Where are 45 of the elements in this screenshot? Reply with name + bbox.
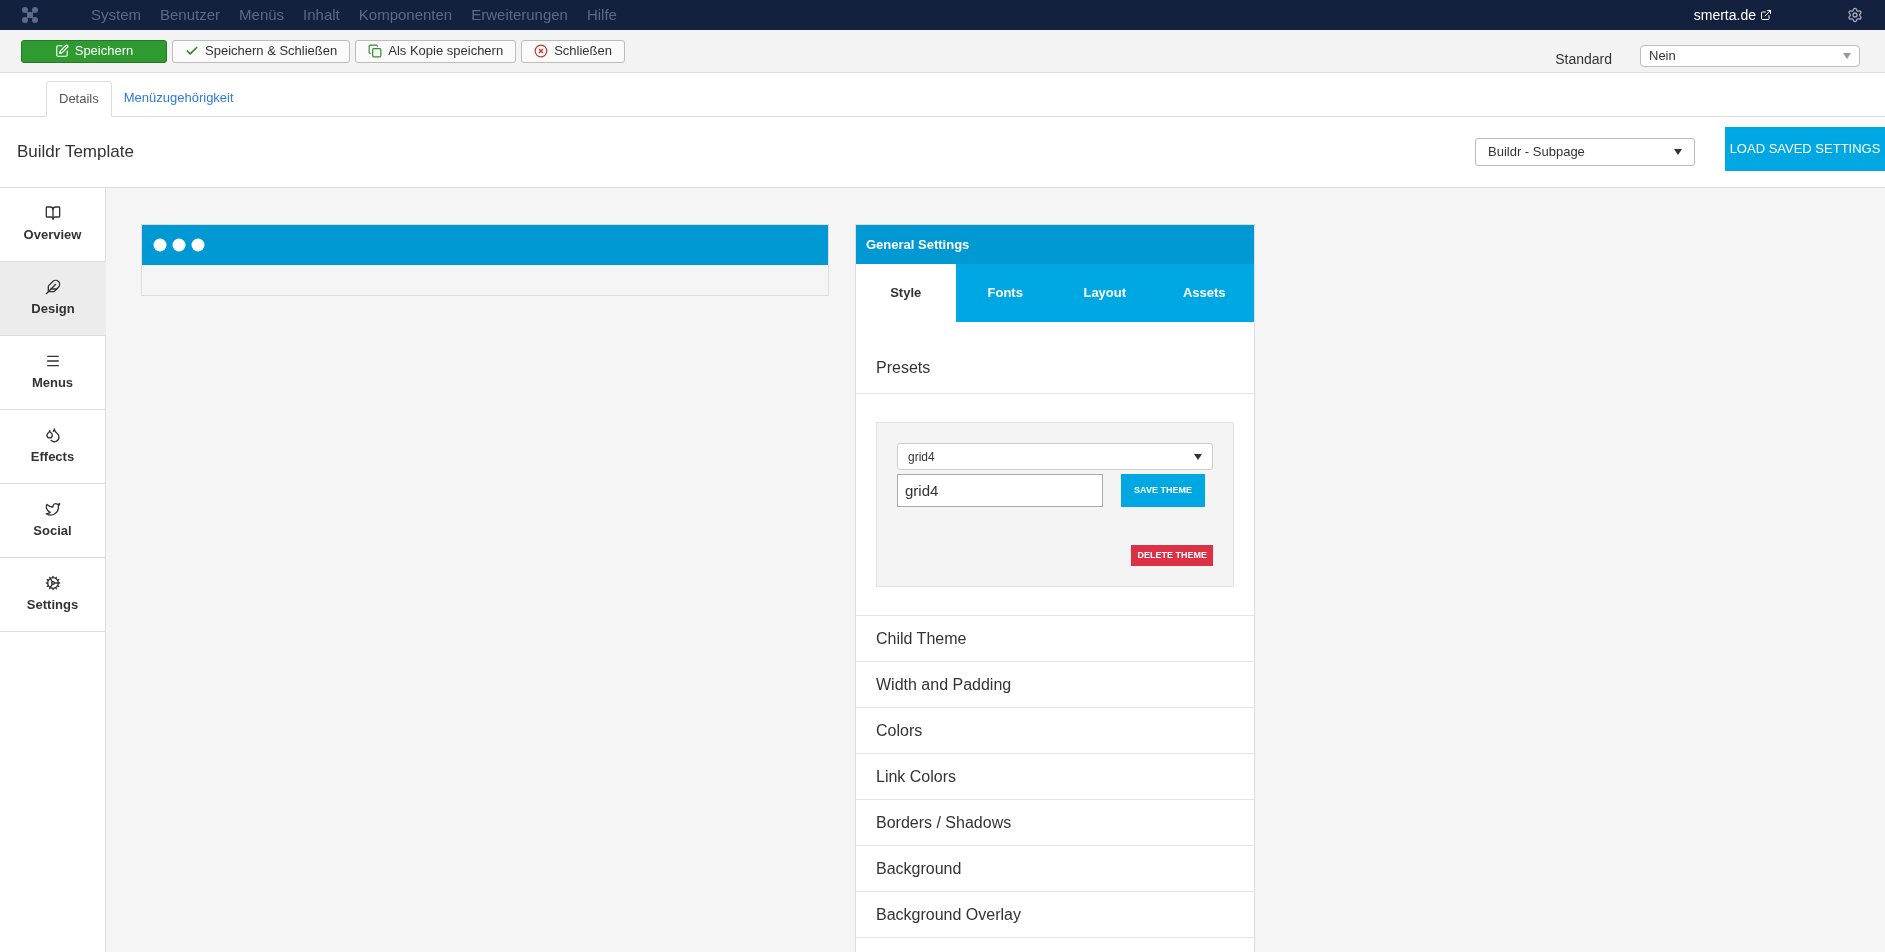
toolbar-button[interactable]: Als Kopie speichern: [355, 39, 517, 63]
layout-select[interactable]: Buildr - Subpage: [1475, 138, 1695, 166]
panel-title: General Settings: [866, 235, 970, 254]
caret-icon: [1194, 453, 1202, 460]
settings-icon[interactable]: [1847, 7, 1863, 23]
sidebar-item[interactable]: Menus: [0, 336, 106, 410]
accordion-header[interactable]: Colors: [856, 708, 1254, 754]
tab[interactable]: Menüzugehörigkeit: [111, 80, 246, 116]
preset-select[interactable]: grid4: [897, 443, 1213, 470]
copy-icon: [368, 44, 383, 58]
theme-name-field[interactable]: grid4: [897, 474, 1103, 507]
drops-icon: [44, 426, 61, 443]
toolbar-button[interactable]: Speichern: [21, 39, 167, 63]
accordion-header[interactable]: Presets: [856, 322, 1254, 394]
default-select[interactable]: Nein: [1640, 45, 1860, 67]
book-icon: [44, 204, 61, 221]
accordion-header[interactable]: Borders / Shadows: [856, 800, 1254, 846]
logo-icon[interactable]: [21, 6, 39, 24]
delete-theme-button[interactable]: DELETE THEME: [1131, 545, 1213, 566]
sidebar-item[interactable]: Effects: [0, 410, 106, 484]
default-label: Standard: [1555, 49, 1612, 69]
page-title: Buildr Template: [17, 141, 134, 164]
accordion-header[interactable]: Child Theme: [856, 616, 1254, 662]
tab[interactable]: Details: [46, 81, 112, 117]
accordion-header[interactable]: Width and Padding: [856, 662, 1254, 708]
bird-icon: [44, 500, 61, 517]
sidebar-item[interactable]: Social: [0, 484, 106, 558]
sidebar-item[interactable]: Settings: [0, 558, 106, 632]
toolbar-button[interactable]: Schließen: [521, 39, 625, 63]
accordion-header[interactable]: Background: [856, 846, 1254, 892]
sidebar-item[interactable]: Design: [0, 262, 106, 336]
caret-icon: [1674, 149, 1682, 155]
check-icon: [185, 44, 199, 58]
edit-icon: [54, 44, 69, 58]
close-icon: [534, 44, 549, 58]
feather-icon: [45, 278, 61, 295]
window-dots-icon: [153, 238, 205, 252]
site-link[interactable]: smerta.de: [1693, 4, 1756, 26]
external-link-icon: [1760, 9, 1772, 21]
accordion-header[interactable]: Link Colors: [856, 754, 1254, 800]
settings-icon: [44, 574, 61, 591]
toolbar-button[interactable]: Speichern & Schließen: [172, 39, 351, 63]
accordion-header[interactable]: Background Overlay: [856, 892, 1254, 938]
caret-icon: [1843, 53, 1851, 59]
sidebar-item[interactable]: Overview: [0, 188, 106, 262]
